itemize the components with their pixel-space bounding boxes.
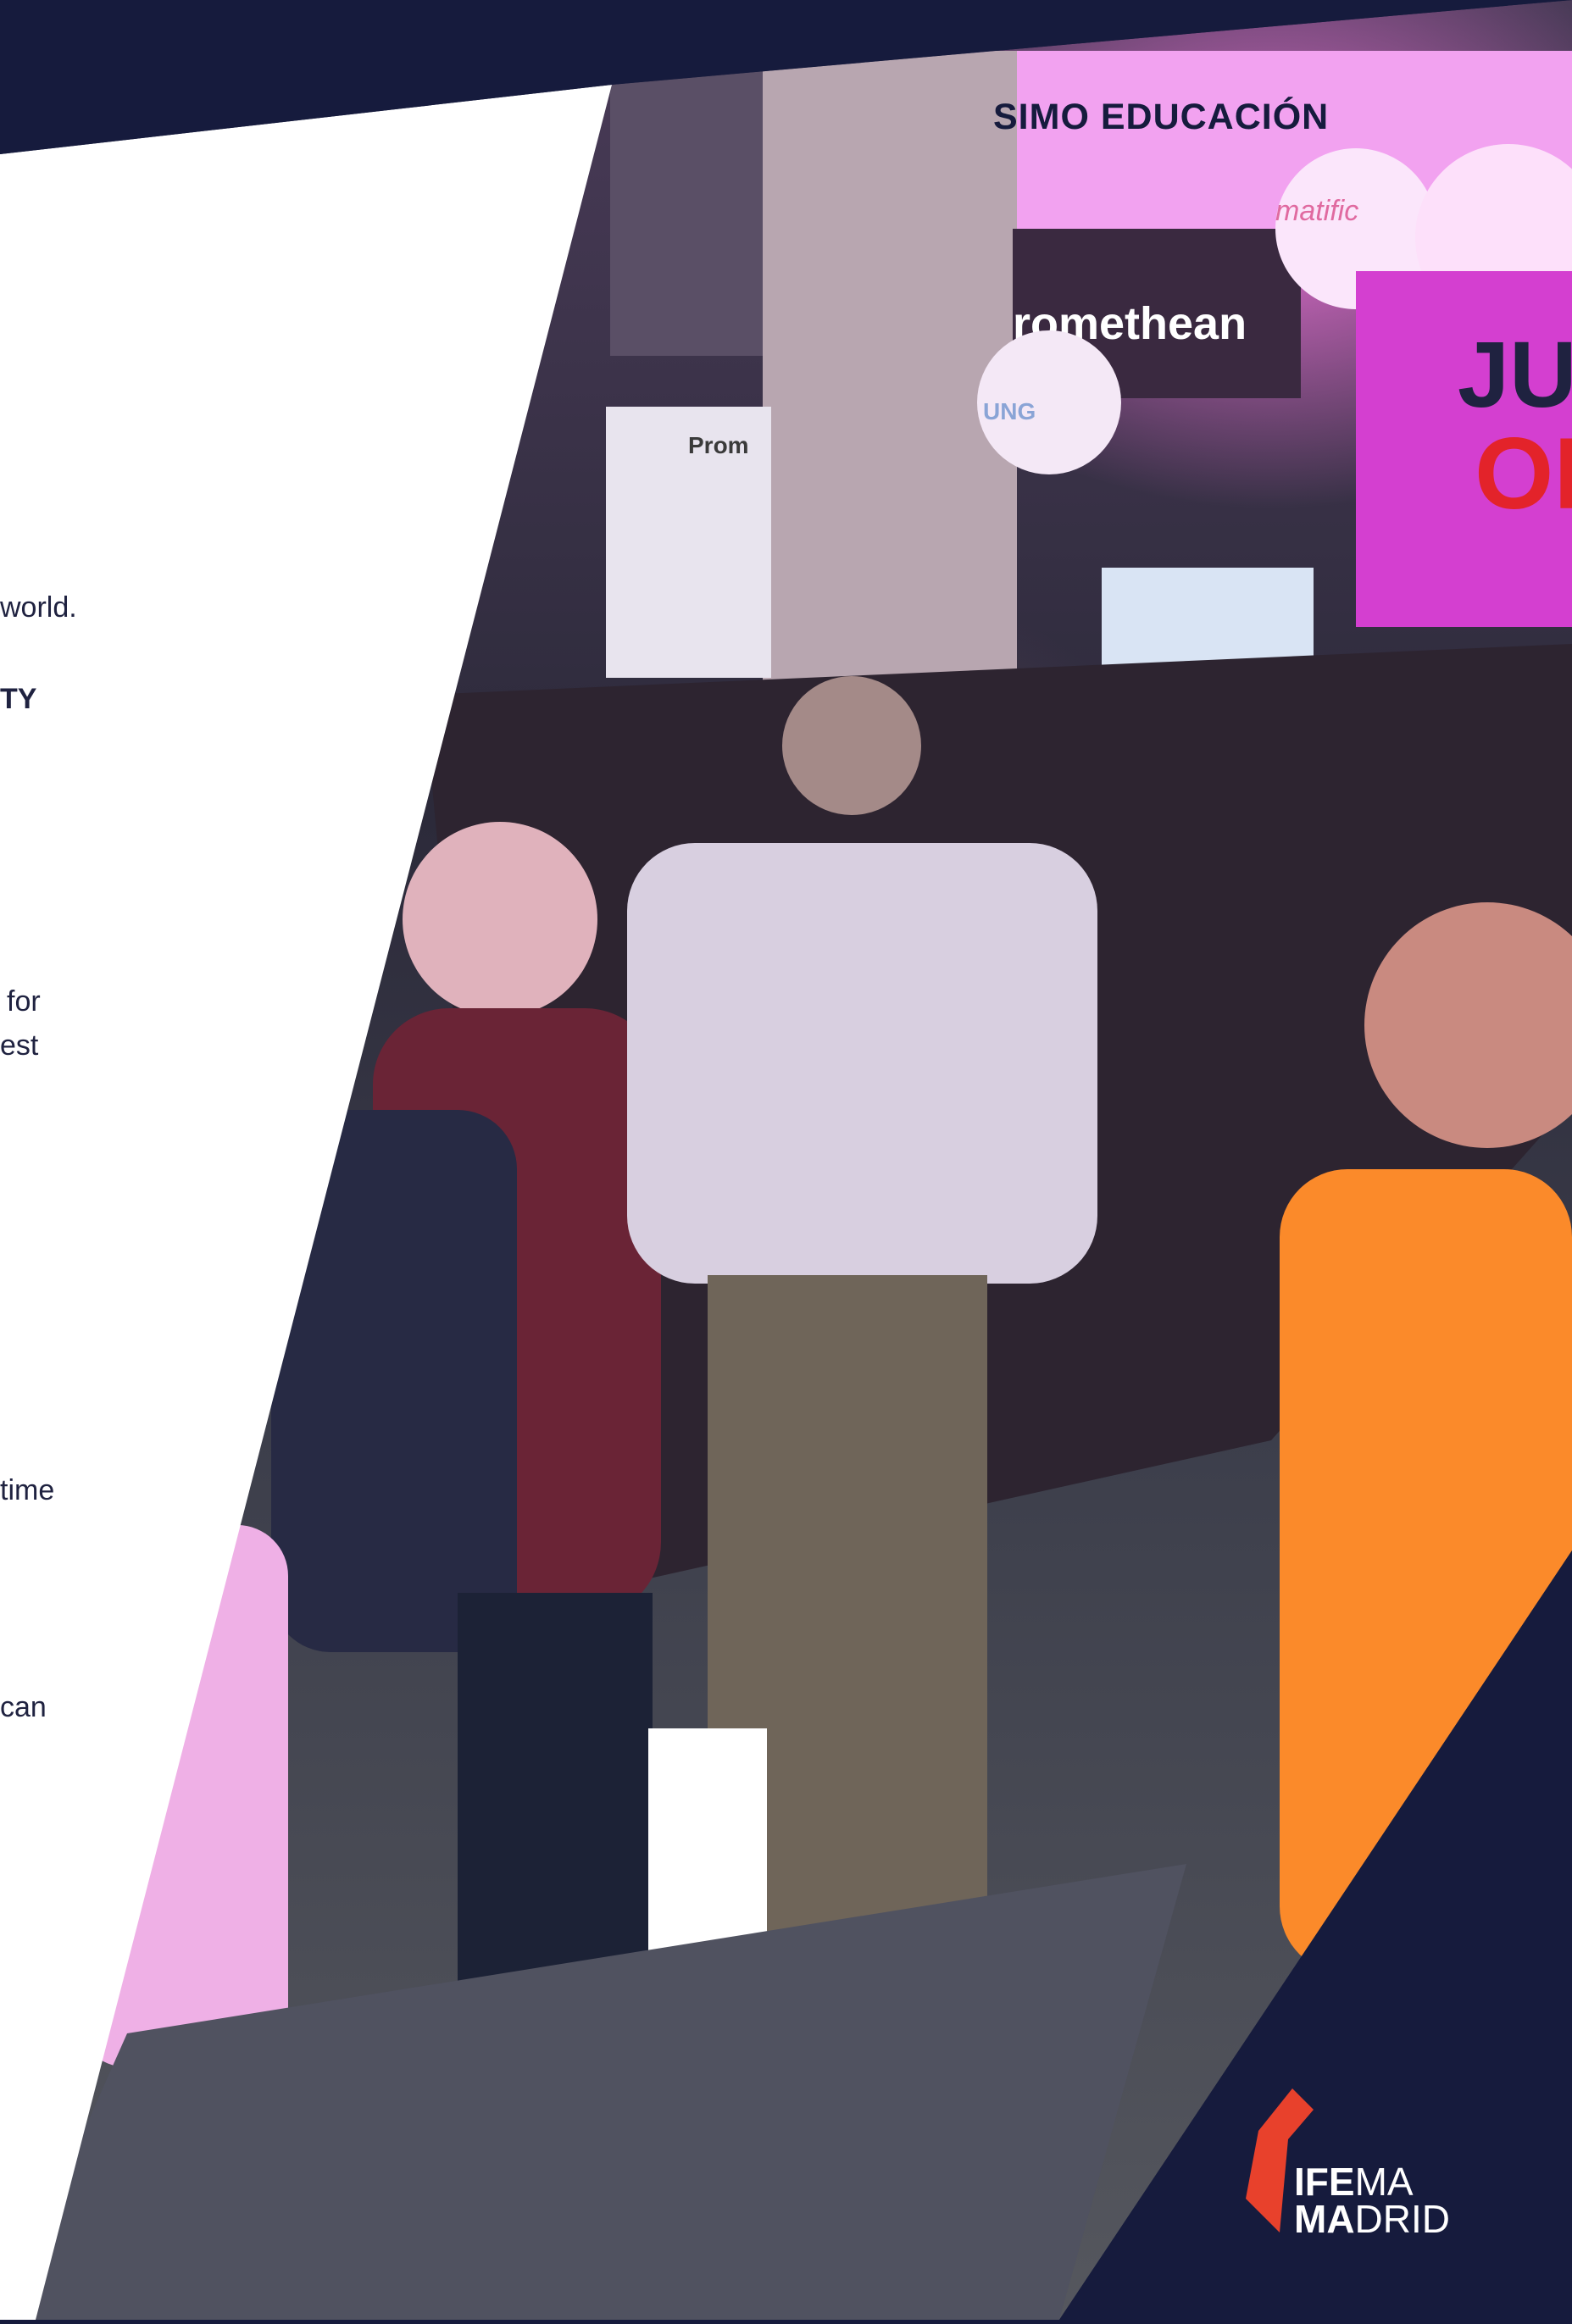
- logo-drid: DRID: [1354, 2197, 1450, 2241]
- logo-ma-bold: MA: [1294, 2197, 1355, 2241]
- navy-top-band: [0, 0, 1572, 154]
- ifema-logo-text: IFEMA MADRID: [1294, 2162, 1450, 2241]
- logo-line-1: IFEMA: [1294, 2162, 1450, 2201]
- logo-line-2: MADRID: [1294, 2197, 1450, 2241]
- navy-corners: [0, 0, 1572, 2320]
- brochure-page: romethean Prom UNG matific JU OR: [0, 0, 1572, 2320]
